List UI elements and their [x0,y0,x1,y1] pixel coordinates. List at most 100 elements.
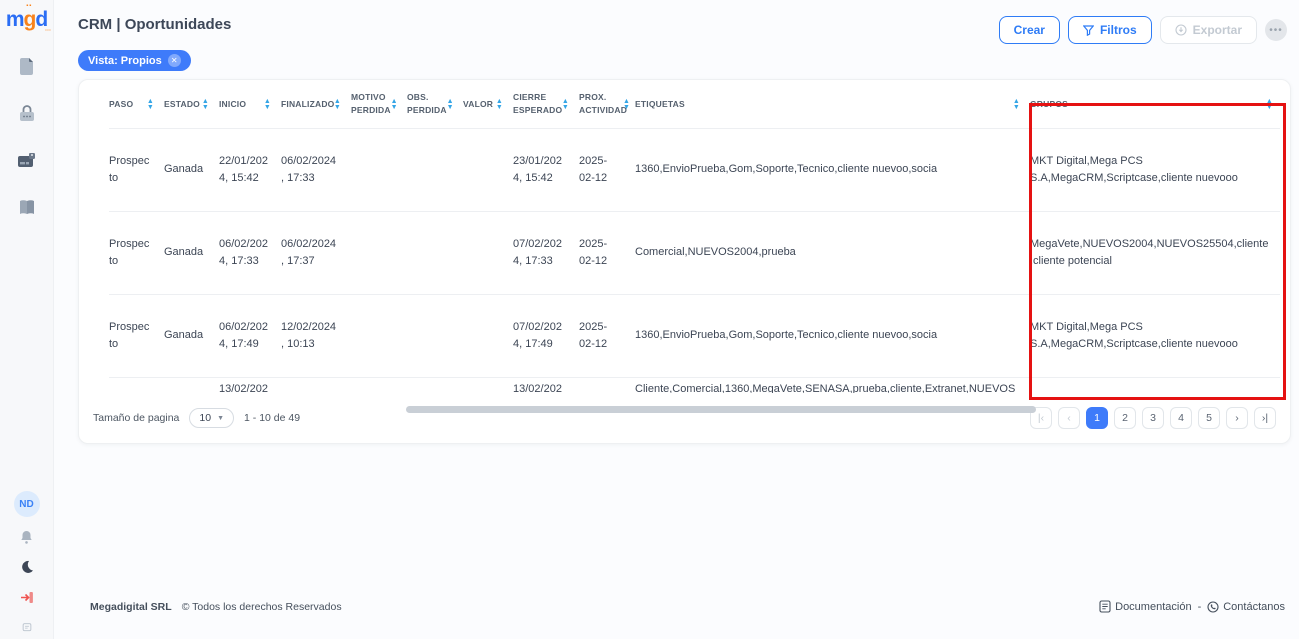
view-filter-chip[interactable]: Vista: Propios ✕ [78,50,191,71]
cell-valor [463,212,513,294]
sort-arrows-icon: ▲▼ [202,99,209,110]
col-header-grupos[interactable]: Grupos▲▼ [1030,80,1283,128]
page-size-select[interactable]: 10 ▼ [189,408,234,428]
sort-desc-icon[interactable]: ▼ [147,105,154,110]
table-header-row: Paso▲▼ Estado▲▼ Inicio▲▼ Finalizado▲▼ Mo… [109,80,1280,129]
last-page-button[interactable]: ›| [1254,407,1276,429]
cell-etiquetas: 1360,EnvioPrueba,Gom,Soporte,Tecnico,cli… [635,129,1030,211]
col-header-cierre-esperado[interactable]: Cierre Esperado▲▼ [513,80,579,128]
col-header-motivo-perdida[interactable]: Motivo Perdida▲▼ [351,80,407,128]
bell-icon[interactable] [17,527,37,547]
col-header-etiquetas[interactable]: Etiquetas▲▼ [635,80,1030,128]
sort-desc-icon[interactable]: ▼ [1013,105,1020,110]
sort-desc-icon[interactable]: ▼ [562,105,569,110]
top-bar: CRM | Oportunidades Crear Filtros Export… [78,16,1291,44]
chevron-down-icon: ▼ [217,415,224,422]
col-header-paso[interactable]: Paso▲▼ [109,80,164,128]
page-button-1[interactable]: 1 [1086,407,1108,429]
sort-desc-icon[interactable]: ▼ [447,105,454,110]
pos-terminal-icon[interactable] [17,150,37,170]
cell-inicio: 22/01/2024, 15:42 [219,129,281,211]
col-header-estado[interactable]: Estado▲▼ [164,80,219,128]
cell-grupos: MKT Digital,Mega PCS S.A,MegaCRM,Scriptc… [1030,295,1283,377]
more-options-button[interactable]: ••• [1265,19,1287,41]
col-header-inicio[interactable]: Inicio▲▼ [219,80,281,128]
document-icon [1099,600,1111,613]
help-icon[interactable] [17,617,37,637]
lock-icon[interactable] [17,103,37,123]
sort-asc-icon[interactable]: ▲ [202,99,209,104]
sort-asc-icon[interactable]: ▲ [334,99,341,104]
funnel-icon [1083,25,1094,36]
page-button-5[interactable]: 5 [1198,407,1220,429]
col-header-obs-perdida[interactable]: Obs. Perdida▲▼ [407,80,463,128]
sort-asc-icon[interactable]: ▲ [147,99,154,104]
sort-desc-icon[interactable]: ▼ [264,105,271,110]
col-header-valor[interactable]: Valor▲▼ [463,80,513,128]
cell-obs-perdida [407,295,463,377]
cell-obs-perdida [407,129,463,211]
user-avatar[interactable]: ND [14,491,40,517]
sidebar: mgd ND [0,0,54,639]
next-page-button[interactable]: › [1226,407,1248,429]
export-button[interactable]: Exportar [1160,16,1257,44]
sort-desc-icon[interactable]: ▼ [1266,105,1273,110]
table-row[interactable]: Prospecto Ganada 06/02/2024, 17:49 12/02… [109,295,1280,378]
sort-arrows-icon: ▲▼ [334,99,341,110]
sort-desc-icon[interactable]: ▼ [623,105,630,110]
range-label: 1 - 10 de 49 [244,412,300,424]
table-row[interactable]: Prospecto Ganada 06/02/2024, 17:33 06/02… [109,212,1280,295]
cell-finalizado: 06/02/2024, 17:33 [281,129,351,211]
sort-desc-icon[interactable]: ▼ [496,105,503,110]
cell-prox-actividad [579,378,635,393]
sort-arrows-icon: ▲▼ [264,99,271,110]
prev-page-button[interactable]: ‹ [1058,407,1080,429]
file-icon[interactable] [17,56,37,76]
table-row-partial[interactable]: 13/02/2024, 10:05 13/02/2024, 10:05 Clie… [109,378,1280,393]
cell-cierre-esperado: 07/02/2024, 17:49 [513,295,579,377]
cell-estado: Ganada [164,212,219,294]
page-button-2[interactable]: 2 [1114,407,1136,429]
logo-letter-m: m [6,8,24,31]
contact-link[interactable]: Contáctanos [1207,601,1285,613]
sort-asc-icon[interactable]: ▲ [1013,99,1020,104]
logout-icon[interactable] [17,587,37,607]
create-button-label: Crear [1014,23,1045,37]
horizontal-scrollbar[interactable] [406,406,1036,413]
app-logo[interactable]: mgd [6,8,47,32]
page-size-value: 10 [199,412,211,424]
sort-asc-icon[interactable]: ▲ [391,99,398,104]
sort-asc-icon[interactable]: ▲ [562,99,569,104]
sort-asc-icon[interactable]: ▲ [264,99,271,104]
sort-asc-icon[interactable]: ▲ [447,99,454,104]
cell-obs-perdida [407,212,463,294]
create-button[interactable]: Crear [999,16,1060,44]
table-row[interactable]: Prospecto Ganada 22/01/2024, 15:42 06/02… [109,129,1280,212]
chip-close-icon[interactable]: ✕ [168,54,181,67]
download-icon [1175,24,1187,36]
page-button-3[interactable]: 3 [1142,407,1164,429]
cell-paso: Prospecto [109,295,164,377]
cell-etiquetas: Comercial,NUEVOS2004,prueba [635,212,1030,294]
cell-inicio: 06/02/2024, 17:49 [219,295,281,377]
col-header-prox-actividad[interactable]: Prox. Actividad▲▼ [579,80,635,128]
documentation-link[interactable]: Documentación [1099,600,1191,613]
sort-arrows-icon: ▲▼ [1266,99,1273,110]
book-icon[interactable] [17,197,37,217]
sort-arrows-icon: ▲▼ [496,99,503,110]
col-header-finalizado[interactable]: Finalizado▲▼ [281,80,351,128]
chip-label: Vista: Propios [88,55,162,67]
sort-asc-icon[interactable]: ▲ [496,99,503,104]
moon-icon[interactable] [17,557,37,577]
cell-finalizado: 06/02/2024, 17:37 [281,212,351,294]
cell-etiquetas: Cliente,Comercial,1360,MegaVete,SENASA,p… [635,378,1030,393]
cell-etiquetas: 1360,EnvioPrueba,Gom,Soporte,Tecnico,cli… [635,295,1030,377]
sort-desc-icon[interactable]: ▼ [391,105,398,110]
sort-desc-icon[interactable]: ▼ [202,105,209,110]
page-button-4[interactable]: 4 [1170,407,1192,429]
filters-button[interactable]: Filtros [1068,16,1152,44]
sort-asc-icon[interactable]: ▲ [1266,99,1273,104]
sort-asc-icon[interactable]: ▲ [623,99,630,104]
cell-inicio: 06/02/2024, 17:33 [219,212,281,294]
sort-desc-icon[interactable]: ▼ [334,105,341,110]
